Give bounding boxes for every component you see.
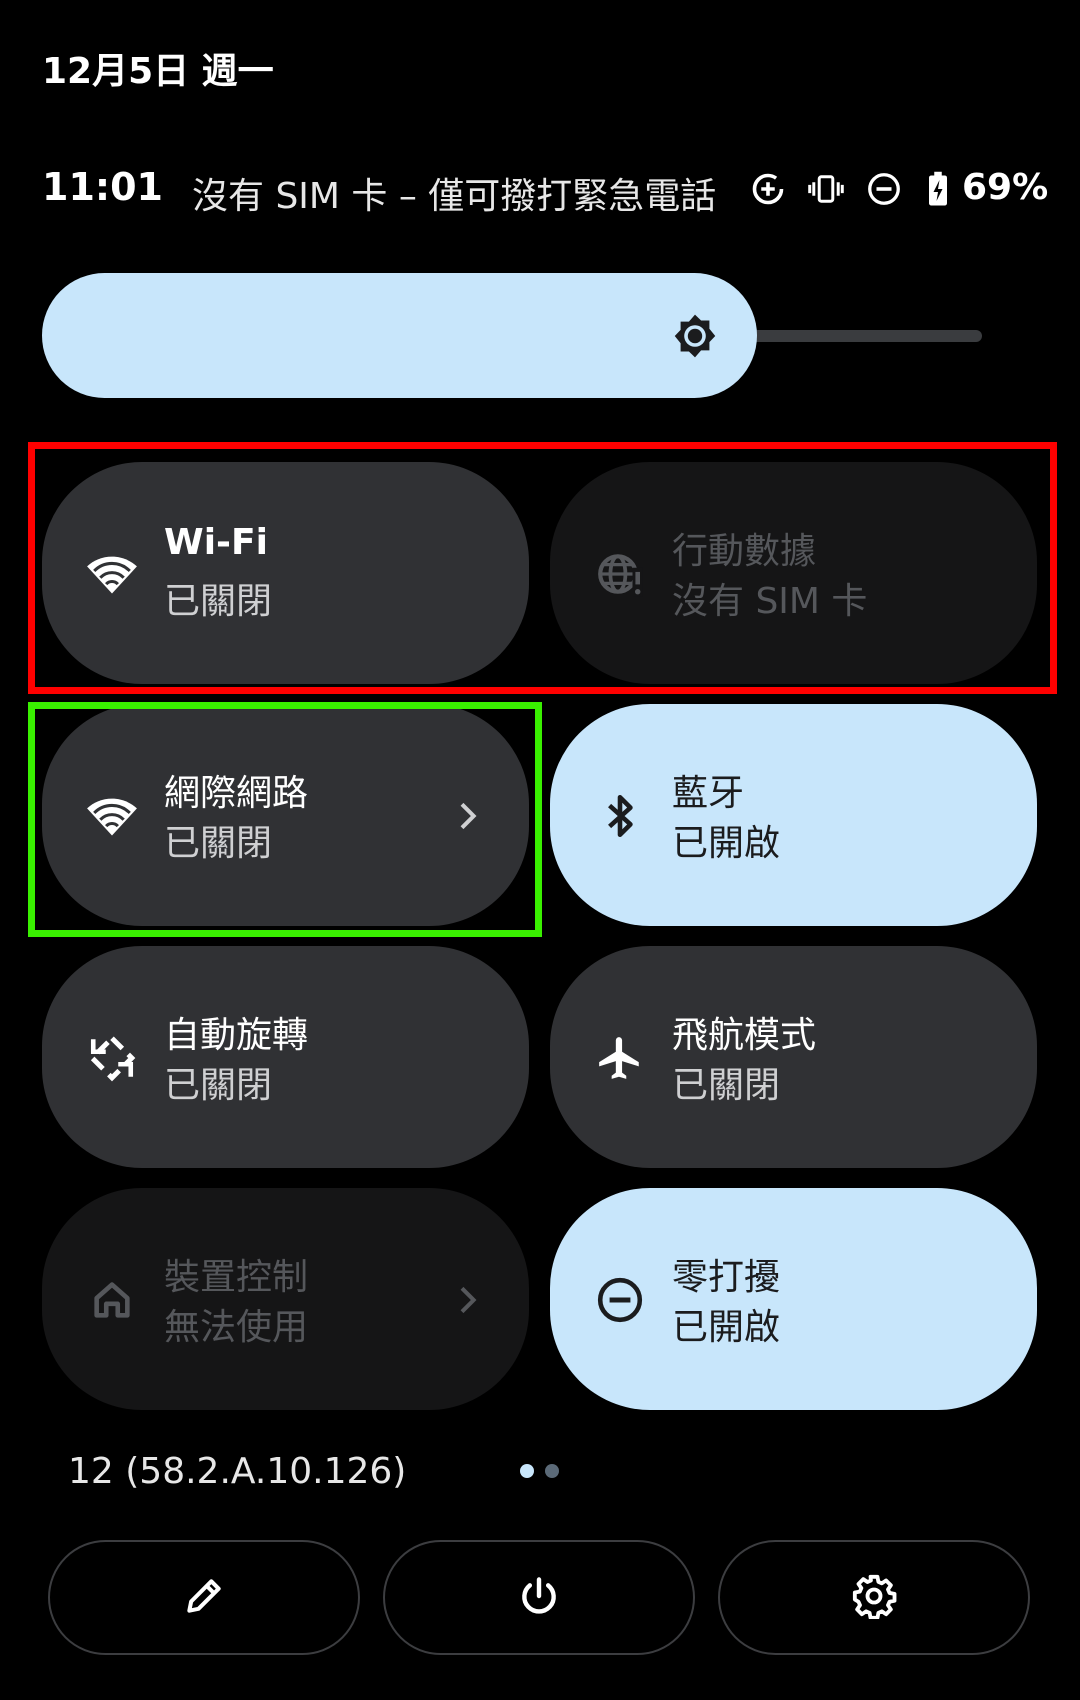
carrier-status: 沒有 SIM 卡 – 僅可撥打緊急電話 (192, 176, 717, 217)
tile-title: 飛航模式 (672, 1015, 817, 1056)
chevron-right-icon (447, 1280, 487, 1320)
date-label: 12月5日 週一 (42, 51, 274, 92)
home-icon (84, 1272, 140, 1328)
highlight-box-red (28, 442, 1057, 694)
auto-rotate-icon (84, 1030, 140, 1086)
tile-title: 零打擾 (672, 1257, 781, 1298)
power-icon (517, 1574, 561, 1622)
page-indicator-dot (545, 1464, 559, 1478)
tile-airplane-mode[interactable]: 飛航模式 已關閉 (550, 946, 1037, 1168)
tile-do-not-disturb[interactable]: 零打擾 已開啟 (550, 1188, 1037, 1410)
power-button[interactable] (383, 1540, 695, 1655)
battery-charging-icon (918, 169, 958, 209)
edit-button[interactable] (48, 1540, 360, 1655)
settings-button[interactable] (718, 1540, 1030, 1655)
edit-icon (182, 1574, 226, 1622)
battery-percentage: 69% (962, 167, 1049, 208)
build-number: 12 (58.2.A.10.126) (68, 1451, 407, 1492)
page-indicator-dot-active (520, 1464, 534, 1478)
tile-title: 自動旋轉 (164, 1015, 309, 1056)
airplane-icon (592, 1030, 648, 1086)
do-not-disturb-icon (592, 1272, 648, 1328)
tile-bluetooth[interactable]: 藍牙 已開啟 (550, 704, 1037, 926)
brightness-icon (668, 309, 722, 363)
clock: 11:01 (42, 165, 163, 209)
brightness-slider[interactable] (42, 273, 757, 398)
settings-icon (851, 1573, 897, 1623)
data-saver-icon (748, 169, 788, 209)
tile-device-controls[interactable]: 裝置控制 無法使用 (42, 1188, 529, 1410)
tile-status: 已關閉 (672, 1065, 781, 1106)
vibrate-icon (806, 169, 846, 209)
brightness-slider-track[interactable] (752, 330, 982, 342)
do-not-disturb-status-icon (864, 169, 904, 209)
bluetooth-icon (592, 788, 648, 844)
tile-status: 已開啟 (672, 823, 781, 864)
status-bar: 11:01 沒有 SIM 卡 – 僅可撥打緊急電話 69% (42, 165, 1048, 217)
tile-title: 裝置控制 (164, 1257, 309, 1298)
tile-auto-rotate[interactable]: 自動旋轉 已關閉 (42, 946, 529, 1168)
tile-status: 已關閉 (164, 1065, 273, 1106)
highlight-box-green (28, 702, 542, 937)
tile-title: 藍牙 (672, 773, 745, 814)
tile-status: 無法使用 (164, 1307, 309, 1348)
tile-status: 已開啟 (672, 1307, 781, 1348)
